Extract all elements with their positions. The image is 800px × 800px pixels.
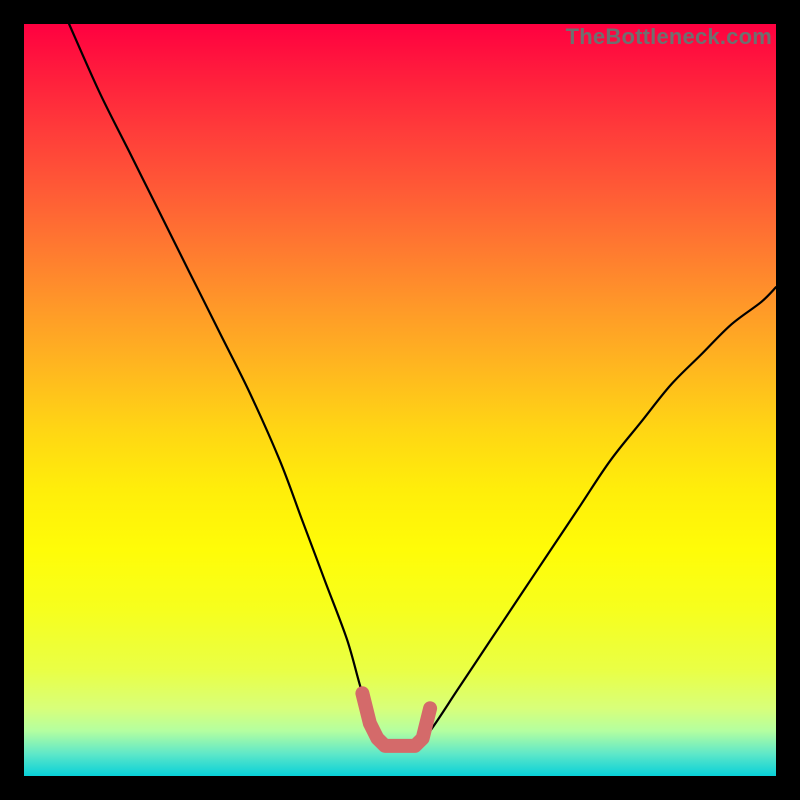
bottleneck-curve-path — [69, 24, 776, 748]
chart-svg — [24, 24, 776, 776]
plot-area: TheBottleneck.com — [24, 24, 776, 776]
optimal-range-marker-path — [362, 693, 430, 746]
chart-frame: TheBottleneck.com — [0, 0, 800, 800]
